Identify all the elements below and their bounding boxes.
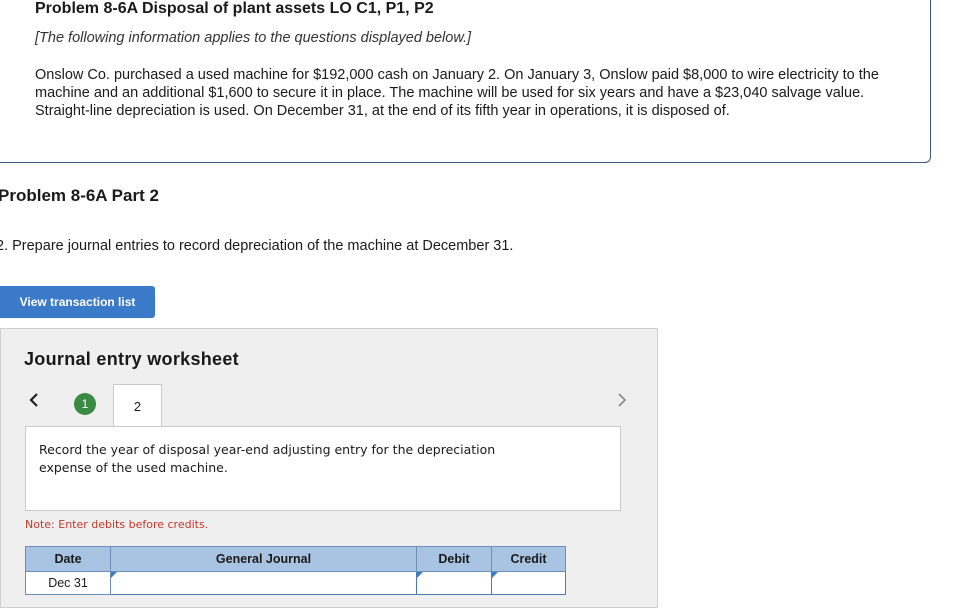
debits-note: Note: Enter debits before credits. bbox=[25, 518, 209, 531]
record-instruction-box: Record the year of disposal year-end adj… bbox=[25, 426, 621, 511]
account-input[interactable] bbox=[111, 573, 416, 593]
column-header-debit: Debit bbox=[416, 546, 492, 572]
account-input-cell[interactable] bbox=[110, 571, 417, 595]
part-title: Problem 8-6A Part 2 bbox=[0, 186, 159, 205]
view-transaction-list-button[interactable]: View transaction list bbox=[0, 286, 155, 318]
column-header-general-journal: General Journal bbox=[110, 546, 417, 572]
credit-input-cell[interactable] bbox=[491, 571, 566, 595]
table-row: Dec 31 bbox=[25, 571, 566, 595]
journal-entry-worksheet: Journal entry worksheet 1 2 Record the y… bbox=[0, 328, 658, 608]
chevron-right-icon[interactable] bbox=[613, 391, 631, 409]
problem-title: Problem 8-6A Disposal of plant assets LO… bbox=[35, 0, 434, 17]
column-header-credit: Credit bbox=[491, 546, 566, 572]
journal-table: Date General Journal Debit Credit Dec 31 bbox=[25, 546, 566, 595]
problem-subtitle: [The following information applies to th… bbox=[35, 30, 472, 46]
chevron-left-icon[interactable] bbox=[25, 391, 43, 409]
debit-input[interactable] bbox=[417, 573, 491, 593]
step-1-complete[interactable]: 1 bbox=[74, 393, 96, 415]
date-cell: Dec 31 bbox=[25, 571, 111, 595]
record-instruction-text: Record the year of disposal year-end adj… bbox=[39, 442, 496, 475]
column-header-date: Date bbox=[25, 546, 111, 572]
part-instruction: 2. Prepare journal entries to record dep… bbox=[0, 238, 514, 254]
credit-input[interactable] bbox=[492, 573, 565, 593]
problem-body: Onslow Co. purchased a used machine for … bbox=[35, 67, 879, 119]
step-2-tab[interactable]: 2 bbox=[113, 384, 162, 428]
worksheet-title: Journal entry worksheet bbox=[24, 349, 239, 369]
debit-input-cell[interactable] bbox=[416, 571, 492, 595]
